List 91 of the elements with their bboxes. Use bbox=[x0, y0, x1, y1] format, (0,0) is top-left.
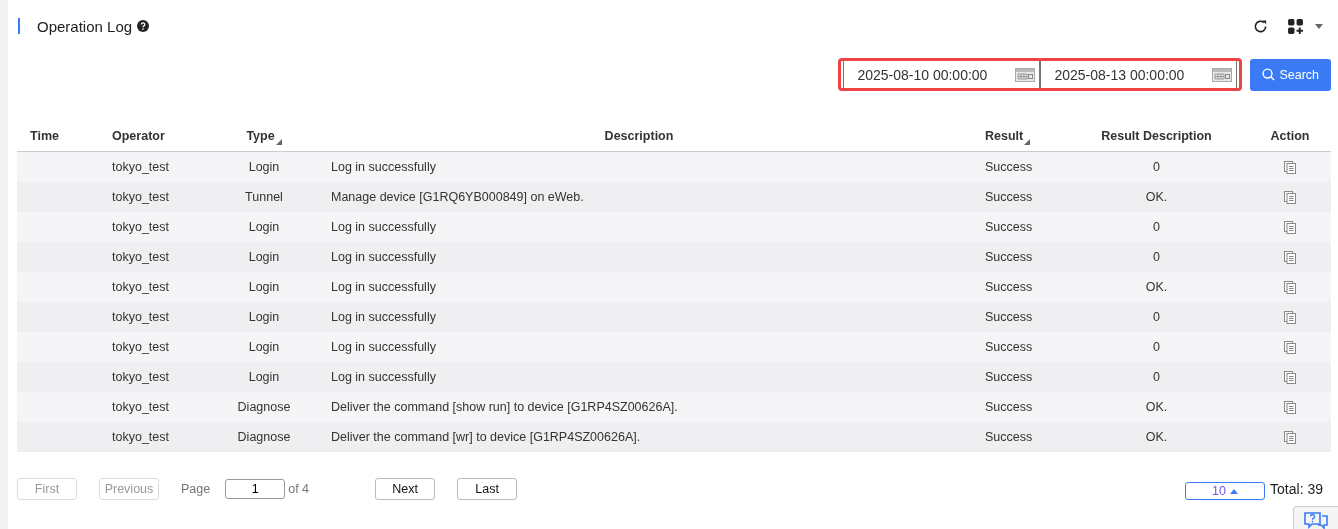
table-cell: OK. bbox=[1145, 190, 1168, 204]
chat-help-icon bbox=[1303, 512, 1329, 529]
sort-icon[interactable] bbox=[1024, 139, 1031, 145]
details-icon[interactable] bbox=[1284, 220, 1296, 234]
page-size-select[interactable]: 10 bbox=[1185, 482, 1266, 500]
page-label: Page bbox=[181, 482, 211, 496]
table-cell: Login bbox=[248, 310, 280, 324]
details-icon[interactable] bbox=[1284, 430, 1296, 444]
table-cell: Login bbox=[248, 160, 280, 174]
table-cell: 0 bbox=[1153, 220, 1160, 234]
table-cell: Tunnel bbox=[245, 190, 283, 204]
table-cell: OK. bbox=[1145, 400, 1168, 414]
total-count: Total: 39 bbox=[1270, 481, 1323, 497]
search-button[interactable]: Search bbox=[1250, 58, 1331, 91]
table-cell: Success bbox=[985, 190, 1033, 204]
table-cell: Diagnose bbox=[237, 400, 291, 414]
table-cell: tokyo_test bbox=[112, 190, 169, 204]
column-header: Time bbox=[30, 129, 59, 143]
table-cell: tokyo_test bbox=[112, 280, 169, 294]
column-header: Result Description bbox=[1101, 129, 1212, 143]
table-cell: Success bbox=[985, 250, 1033, 264]
column-header: Action bbox=[1270, 129, 1310, 143]
column-header: Operator bbox=[112, 129, 165, 143]
details-icon[interactable] bbox=[1284, 400, 1296, 414]
column-header[interactable]: Type bbox=[246, 129, 275, 143]
table-cell: Success bbox=[985, 400, 1033, 414]
help-chat-button[interactable] bbox=[1293, 506, 1338, 529]
table-cell: tokyo_test bbox=[112, 370, 169, 384]
table-cell: Log in successfully bbox=[331, 370, 436, 384]
table-cell: Log in successfully bbox=[331, 280, 436, 294]
table-cell: OK. bbox=[1145, 280, 1168, 294]
table-cell: 0 bbox=[1153, 370, 1160, 384]
details-icon[interactable] bbox=[1284, 190, 1296, 204]
table-cell: Success bbox=[985, 160, 1033, 174]
calendar-icon bbox=[1015, 67, 1036, 82]
details-icon[interactable] bbox=[1284, 370, 1296, 384]
table-cell: Success bbox=[985, 280, 1033, 294]
column-header[interactable]: Result bbox=[985, 129, 1024, 143]
details-icon[interactable] bbox=[1284, 250, 1296, 264]
page-title: Operation Log bbox=[37, 17, 133, 35]
table-cell: 0 bbox=[1153, 160, 1160, 174]
table-cell: Success bbox=[985, 340, 1033, 354]
page-count: of 4 bbox=[288, 482, 310, 496]
table-cell: Log in successfully bbox=[331, 220, 436, 234]
table-cell: Login bbox=[248, 250, 280, 264]
add-widget-icon[interactable] bbox=[1287, 17, 1304, 35]
table-cell: tokyo_test bbox=[112, 400, 169, 414]
refresh-icon[interactable] bbox=[1253, 18, 1268, 34]
table-cell: Login bbox=[248, 340, 280, 354]
table-cell: Manage device [G1RQ6YB000849] on eWeb. bbox=[331, 190, 584, 204]
table-cell: Success bbox=[985, 310, 1033, 324]
table-cell: Log in successfully bbox=[331, 310, 436, 324]
end-date-field[interactable]: 2025-08-13 00:00:00 bbox=[1040, 61, 1238, 88]
table-cell: Success bbox=[985, 220, 1033, 234]
table-cell: Success bbox=[985, 370, 1033, 384]
table-cell: Login bbox=[248, 280, 280, 294]
table-cell: OK. bbox=[1145, 430, 1168, 444]
table-cell: Log in successfully bbox=[331, 250, 436, 264]
table-cell: tokyo_test bbox=[112, 220, 169, 234]
details-icon[interactable] bbox=[1284, 310, 1296, 324]
table-cell: tokyo_test bbox=[112, 160, 169, 174]
table-cell: 0 bbox=[1153, 250, 1160, 264]
table-cell: Deliver the command [wr] to device [G1RP4SZ00626A]. bbox=[331, 430, 641, 444]
table-cell: 0 bbox=[1153, 310, 1160, 324]
next-page-button[interactable]: Next bbox=[375, 478, 436, 500]
details-icon[interactable] bbox=[1284, 160, 1296, 174]
column-header: Description bbox=[604, 129, 674, 143]
table-cell: Log in successfully bbox=[331, 340, 436, 354]
sort-icon[interactable] bbox=[275, 139, 282, 145]
table-cell: Login bbox=[248, 220, 280, 234]
calendar-icon bbox=[1212, 67, 1233, 82]
table-cell: tokyo_test bbox=[112, 310, 169, 324]
search-icon bbox=[1262, 68, 1276, 81]
title-accent-bar bbox=[18, 18, 20, 34]
table-cell: tokyo_test bbox=[112, 430, 169, 444]
details-icon[interactable] bbox=[1284, 340, 1296, 354]
table-cell: 0 bbox=[1153, 340, 1160, 354]
details-icon[interactable] bbox=[1284, 280, 1296, 294]
table-cell: Deliver the command [show run] to device [G1RP4SZ00626A]. bbox=[331, 400, 678, 414]
table-cell: Success bbox=[985, 430, 1033, 444]
table-cell: Login bbox=[248, 370, 280, 384]
caret-icon[interactable] bbox=[1315, 23, 1323, 29]
start-date-field[interactable]: 2025-08-10 00:00:00 bbox=[843, 61, 1041, 88]
help-icon[interactable] bbox=[137, 20, 150, 32]
table-cell: Log in successfully bbox=[331, 160, 436, 174]
table-cell: tokyo_test bbox=[112, 340, 169, 354]
last-page-button[interactable]: Last bbox=[457, 478, 518, 500]
caret-icon bbox=[1230, 488, 1238, 494]
table-cell: Diagnose bbox=[237, 430, 291, 444]
page-number-field[interactable]: 1 bbox=[225, 479, 286, 499]
table-cell: tokyo_test bbox=[112, 250, 169, 264]
